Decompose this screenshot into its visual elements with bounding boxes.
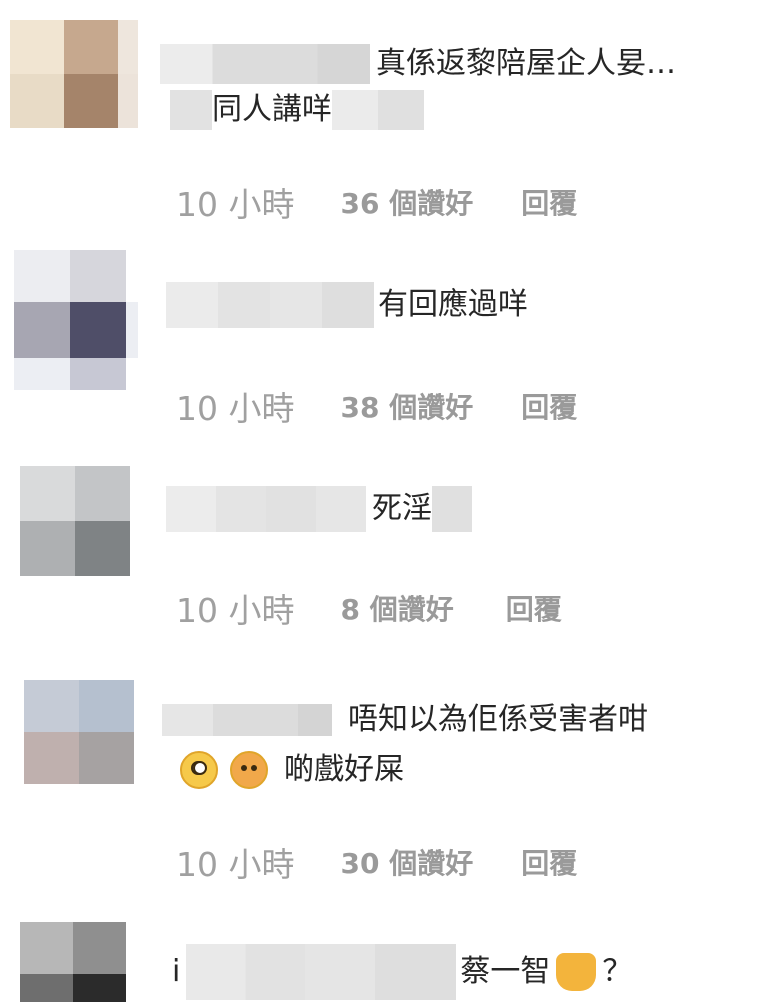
avatar-pixel xyxy=(75,521,130,576)
username-prefix: i xyxy=(172,954,181,989)
comment-text: 啲戲好屎 xyxy=(284,752,404,787)
likes-count[interactable]: 36 個讚好 xyxy=(340,182,473,222)
avatar-pixel xyxy=(126,302,138,358)
avatar-pixel xyxy=(24,732,79,784)
avatar-pixel xyxy=(70,358,126,390)
comment-meta: 10 小時 38 個讚好 回覆 xyxy=(176,382,577,430)
comment-text: 同人講咩 xyxy=(212,92,332,127)
timestamp[interactable]: 10 小時 xyxy=(176,178,294,226)
timestamp[interactable]: 10 小時 xyxy=(176,584,294,632)
redacted-username[interactable] xyxy=(160,44,370,84)
avatar-pixel xyxy=(10,20,64,74)
avatar-pixel xyxy=(14,250,70,302)
comment-text-line: 真係返黎陪屋企人妟… xyxy=(160,44,676,84)
avatar-pixel xyxy=(70,250,126,302)
unamused-face-icon xyxy=(230,751,268,789)
avatar-pixel xyxy=(126,358,138,390)
comment-text: 死淫 xyxy=(372,491,432,526)
comment-text-suffix: ？ xyxy=(602,954,633,989)
avatar-pixel xyxy=(20,466,75,521)
avatar[interactable] xyxy=(20,466,130,576)
avatar-pixel xyxy=(14,358,70,390)
avatar[interactable] xyxy=(24,680,134,784)
face-with-rolling-eyes-icon xyxy=(180,751,218,789)
avatar-pixel xyxy=(20,521,75,576)
avatar[interactable] xyxy=(10,20,138,128)
comment-text: 蔡一智 xyxy=(460,954,551,989)
reply-button[interactable]: 回覆 xyxy=(521,842,577,882)
reply-button[interactable]: 回覆 xyxy=(521,386,577,426)
redacted-username[interactable] xyxy=(186,944,457,1000)
avatar-pixel xyxy=(14,302,70,358)
likes-count[interactable]: 30 個讚好 xyxy=(340,842,473,882)
timestamp[interactable]: 10 小時 xyxy=(176,838,294,886)
avatar-pixel xyxy=(75,466,130,521)
avatar-pixel xyxy=(64,74,118,128)
comment-text: 有回應過咩 xyxy=(378,287,528,322)
comment-meta: 10 小時 36 個讚好 回覆 xyxy=(176,178,577,226)
avatar-pixel xyxy=(64,20,118,74)
comment-text-line-2: 同人講咩 xyxy=(170,90,424,130)
likes-count[interactable]: 8 個讚好 xyxy=(340,588,453,628)
redacted-text xyxy=(332,90,424,130)
avatar-pixel xyxy=(73,922,126,974)
avatar-pixel xyxy=(20,974,73,1002)
timestamp[interactable]: 10 小時 xyxy=(176,382,294,430)
avatar-pixel xyxy=(126,250,138,302)
comment-text-line-2: 啲戲好屎 xyxy=(180,750,404,790)
comment-text-line: i 蔡一智 ？ xyxy=(172,944,633,1000)
avatar-pixel xyxy=(73,974,126,1002)
redacted-username[interactable] xyxy=(166,282,374,328)
reply-button[interactable]: 回覆 xyxy=(506,588,562,628)
redacted-username[interactable] xyxy=(162,704,332,736)
redacted-username[interactable] xyxy=(166,486,366,532)
avatar[interactable] xyxy=(20,922,126,1002)
avatar-pixel xyxy=(79,680,134,732)
reply-button[interactable]: 回覆 xyxy=(521,182,577,222)
avatar-pixel xyxy=(20,922,73,974)
crying-cat-face-icon xyxy=(556,953,597,991)
avatar-pixel xyxy=(118,20,138,74)
redacted-text xyxy=(170,90,212,130)
comment-text-line: 有回應過咩 xyxy=(166,282,528,328)
comment-text: 唔知以為佢係受害者咁 xyxy=(348,702,648,737)
avatar-pixel xyxy=(10,74,64,128)
avatar-pixel xyxy=(24,680,79,732)
comment-text: 真係返黎陪屋企人妟… xyxy=(376,46,676,81)
likes-count[interactable]: 38 個讚好 xyxy=(340,386,473,426)
comment-meta: 10 小時 8 個讚好 回覆 xyxy=(176,584,562,632)
redacted-text xyxy=(432,486,472,532)
avatar[interactable] xyxy=(14,250,138,390)
comment-text-line: 唔知以為佢係受害者咁 xyxy=(162,700,648,740)
avatar-pixel xyxy=(79,732,134,784)
avatar-pixel xyxy=(118,74,138,128)
comment-text-line: 死淫 xyxy=(166,486,472,532)
avatar-pixel xyxy=(70,302,126,358)
comment-meta: 10 小時 30 個讚好 回覆 xyxy=(176,838,577,886)
